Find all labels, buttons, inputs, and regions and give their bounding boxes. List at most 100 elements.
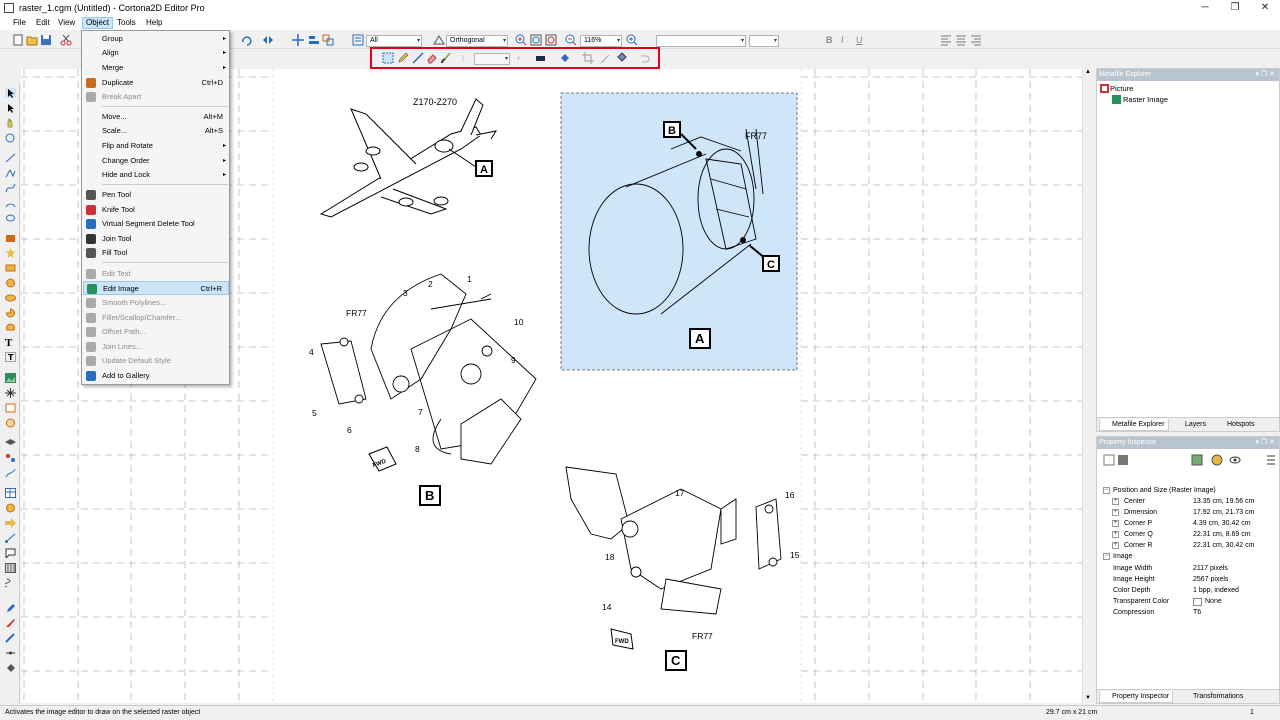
tab-metafile-explorer[interactable]: Metafile Explorer xyxy=(1099,419,1169,431)
fill-tool-icon[interactable] xyxy=(5,663,16,673)
prop-image-height[interactable]: Image Height 2567 pixels xyxy=(1097,574,1271,585)
connector-tool-icon[interactable] xyxy=(5,533,16,543)
canvas-vertical-scrollbar[interactable]: ▲ ▼ xyxy=(1082,69,1093,703)
text-box-tool-icon[interactable]: T xyxy=(5,352,16,362)
eraser-icon[interactable] xyxy=(426,52,438,64)
align-icon[interactable] xyxy=(308,34,320,46)
zoom-in-icon[interactable] xyxy=(515,34,527,46)
prop-corner-q[interactable]: + Corner Q 22.31 cm, 8.69 cm xyxy=(1097,529,1271,540)
tab-layers[interactable]: Layers xyxy=(1173,419,1209,431)
menu-item-knife-tool[interactable]: Knife Tool xyxy=(83,203,229,217)
stamp-tool-icon[interactable] xyxy=(5,233,16,243)
menu-item-update-default-style[interactable]: Update Default Style xyxy=(83,354,229,368)
menu-item-fillet-scallop-chamfer[interactable]: Fillet/Scallop/Chamfer... xyxy=(83,311,229,325)
menu-object[interactable]: Object xyxy=(82,17,114,29)
direct-select-tool-icon[interactable] xyxy=(5,103,16,113)
style-icon[interactable] xyxy=(1191,454,1203,466)
menu-item-duplicate[interactable]: Duplicate Ctrl+D xyxy=(83,76,229,90)
align-left-icon[interactable] xyxy=(940,34,952,46)
tab-property-inspector[interactable]: Property Inspector xyxy=(1099,691,1174,703)
projection-icon[interactable] xyxy=(433,34,445,46)
star-tool-icon[interactable] xyxy=(5,248,16,258)
menu-help[interactable]: Help xyxy=(143,17,165,29)
menu-item-join-lines[interactable]: Join Lines... xyxy=(83,340,229,354)
prop-color-depth[interactable]: Color Depth 1 bpp, indexed xyxy=(1097,585,1271,596)
prop-dimension[interactable]: + Dimension 17.92 cm, 21.73 cm xyxy=(1097,507,1271,518)
arrow-tool-icon[interactable] xyxy=(5,518,16,528)
fill-style-icon[interactable] xyxy=(1117,454,1129,466)
segment-tool-icon[interactable] xyxy=(5,633,16,643)
close-button[interactable]: ✕ xyxy=(1250,0,1280,16)
menu-item-edit-image[interactable]: Edit Image Ctrl+R xyxy=(83,281,229,295)
brush-icon[interactable] xyxy=(440,52,452,64)
menu-item-align[interactable]: Align ▸ xyxy=(83,46,229,60)
tree-node-picture[interactable]: Picture xyxy=(1110,84,1133,93)
bucket-icon[interactable] xyxy=(616,52,628,64)
menu-item-add-to-gallery[interactable]: Add to Gallery xyxy=(83,369,229,383)
line-color-icon[interactable] xyxy=(535,52,547,64)
select-region-icon[interactable] xyxy=(382,52,394,64)
menu-item-fill-tool[interactable]: Fill Tool xyxy=(83,246,229,260)
ellipse-arc-tool-icon[interactable] xyxy=(5,213,16,223)
callout-tool-icon[interactable] xyxy=(5,468,16,478)
underline-button[interactable]: U xyxy=(856,35,863,45)
menu-item-hide-and-lock[interactable]: Hide and Lock ▸ xyxy=(83,168,229,182)
menu-item-break-apart[interactable]: Break Apart xyxy=(83,90,229,104)
rotate-icon[interactable] xyxy=(241,34,253,46)
crop-icon[interactable] xyxy=(582,52,594,64)
minimize-button[interactable]: ─ xyxy=(1190,0,1220,16)
transparent-color-swatch[interactable] xyxy=(1193,598,1202,606)
section-position-size[interactable]: − Position and Size (Raster Image) xyxy=(1097,485,1271,496)
tree-node-raster-image[interactable]: Raster Image xyxy=(1123,95,1168,104)
pen-tool-icon[interactable] xyxy=(5,603,16,613)
zoom-out-icon[interactable] xyxy=(565,34,577,46)
line-tool-icon[interactable] xyxy=(5,153,16,163)
new-icon[interactable] xyxy=(12,34,24,46)
fill-color-icon[interactable] xyxy=(559,52,571,64)
font-size-select[interactable]: ▾ xyxy=(749,35,779,47)
plus-icon[interactable]: + xyxy=(516,53,521,63)
menu-item-flip-and-rotate[interactable]: Flip and Rotate ▸ xyxy=(83,139,229,153)
prop-corner-r[interactable]: + Corner R 22.31 cm, 30.42 cm xyxy=(1097,540,1271,551)
move-icon[interactable] xyxy=(292,34,304,46)
menu-item-smooth-polylines[interactable]: Smooth Polylines... xyxy=(83,296,229,310)
brush-size-select[interactable]: ▾ xyxy=(474,53,510,65)
arc-tool-icon[interactable] xyxy=(5,198,16,208)
flip-icon[interactable] xyxy=(262,34,274,46)
menu-file[interactable]: File xyxy=(10,17,29,29)
save-icon[interactable] xyxy=(40,34,52,46)
grid-tool-icon[interactable] xyxy=(5,563,16,573)
palette-icon[interactable] xyxy=(1211,454,1223,466)
menu-edit[interactable]: Edit xyxy=(33,17,53,29)
zoom-tool-icon[interactable] xyxy=(5,133,16,143)
wand-icon[interactable] xyxy=(600,52,612,64)
menu-item-virtual-segment-delete-tool[interactable]: Virtual Segment Delete Tool xyxy=(83,217,229,231)
pan-tool-icon[interactable] xyxy=(5,118,16,128)
zoom-tool-icon[interactable] xyxy=(626,34,638,46)
menu-item-move[interactable]: Move... Alt+M xyxy=(83,110,229,124)
sort-icon[interactable] xyxy=(1265,454,1277,466)
tab-transformations[interactable]: Transformations xyxy=(1181,691,1246,703)
zoom-page-icon[interactable] xyxy=(545,34,557,46)
section-image[interactable]: − Image xyxy=(1097,551,1271,562)
prop-transparent-color[interactable]: Transparent Color None xyxy=(1097,596,1271,607)
text-tool-icon[interactable]: T xyxy=(5,337,16,349)
group-icon[interactable] xyxy=(322,34,334,46)
prop-image-width[interactable]: Image Width 2117 pixels xyxy=(1097,563,1271,574)
layer-tool-icon[interactable] xyxy=(5,438,16,448)
circle-tool-icon[interactable] xyxy=(5,278,16,288)
pencil-icon[interactable] xyxy=(397,52,409,64)
join-tool-icon[interactable] xyxy=(5,648,16,658)
pie-tool-icon[interactable] xyxy=(5,308,16,318)
maximize-button[interactable]: ❐ xyxy=(1220,0,1250,16)
align-center-icon[interactable] xyxy=(955,34,967,46)
menu-tools[interactable]: Tools xyxy=(114,17,139,29)
italic-button[interactable]: I xyxy=(841,35,844,45)
projection-select[interactable]: Orthogonal ▾ xyxy=(446,35,508,47)
hotspot-tool-icon[interactable] xyxy=(5,388,16,398)
font-select[interactable]: ▾ xyxy=(656,35,746,47)
menu-item-join-tool[interactable]: Join Tool xyxy=(83,232,229,246)
panel-controls[interactable]: ▾ ❐ ✕ xyxy=(1255,69,1275,81)
knife-tool-icon[interactable] xyxy=(5,618,16,628)
zoom-fit-icon[interactable] xyxy=(530,34,542,46)
